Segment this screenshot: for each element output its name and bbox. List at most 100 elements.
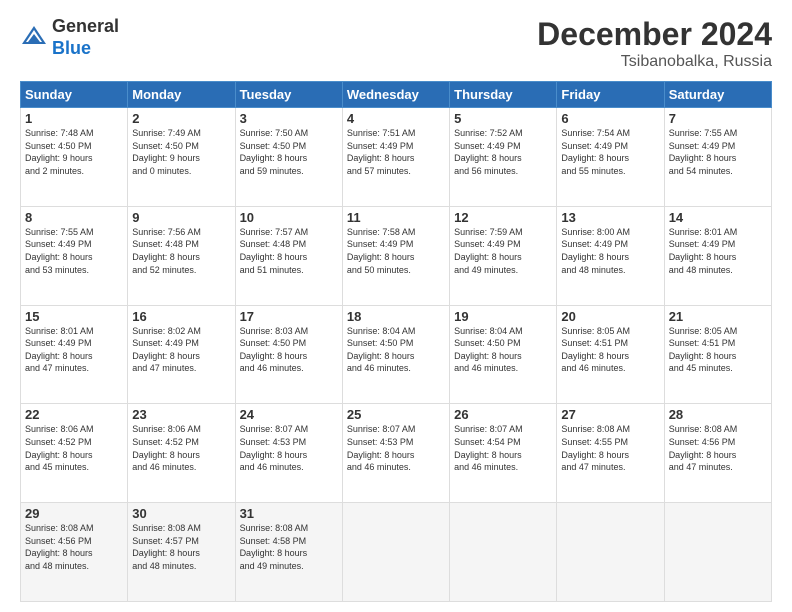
day-info: Sunrise: 7:59 AM Sunset: 4:49 PM Dayligh…	[454, 226, 552, 276]
table-row: 12Sunrise: 7:59 AM Sunset: 4:49 PM Dayli…	[450, 206, 557, 305]
col-friday: Friday	[557, 82, 664, 108]
day-number: 31	[240, 506, 338, 521]
day-info: Sunrise: 7:56 AM Sunset: 4:48 PM Dayligh…	[132, 226, 230, 276]
location-subtitle: Tsibanobalka, Russia	[537, 53, 772, 71]
day-info: Sunrise: 8:08 AM Sunset: 4:56 PM Dayligh…	[669, 423, 767, 473]
table-row	[664, 503, 771, 602]
header: General Blue December 2024 Tsibanobalka,…	[20, 16, 772, 71]
day-info: Sunrise: 8:06 AM Sunset: 4:52 PM Dayligh…	[25, 423, 123, 473]
day-number: 3	[240, 111, 338, 126]
table-row: 24Sunrise: 8:07 AM Sunset: 4:53 PM Dayli…	[235, 404, 342, 503]
table-row: 20Sunrise: 8:05 AM Sunset: 4:51 PM Dayli…	[557, 305, 664, 404]
col-saturday: Saturday	[664, 82, 771, 108]
day-info: Sunrise: 8:02 AM Sunset: 4:49 PM Dayligh…	[132, 325, 230, 375]
day-number: 11	[347, 210, 445, 225]
calendar-header-row: Sunday Monday Tuesday Wednesday Thursday…	[21, 82, 772, 108]
day-info: Sunrise: 7:51 AM Sunset: 4:49 PM Dayligh…	[347, 127, 445, 177]
day-number: 7	[669, 111, 767, 126]
col-monday: Monday	[128, 82, 235, 108]
table-row: 19Sunrise: 8:04 AM Sunset: 4:50 PM Dayli…	[450, 305, 557, 404]
day-info: Sunrise: 7:57 AM Sunset: 4:48 PM Dayligh…	[240, 226, 338, 276]
day-number: 8	[25, 210, 123, 225]
table-row: 29Sunrise: 8:08 AM Sunset: 4:56 PM Dayli…	[21, 503, 128, 602]
table-row: 27Sunrise: 8:08 AM Sunset: 4:55 PM Dayli…	[557, 404, 664, 503]
table-row: 9Sunrise: 7:56 AM Sunset: 4:48 PM Daylig…	[128, 206, 235, 305]
day-number: 17	[240, 309, 338, 324]
table-row: 8Sunrise: 7:55 AM Sunset: 4:49 PM Daylig…	[21, 206, 128, 305]
day-number: 28	[669, 407, 767, 422]
day-info: Sunrise: 8:05 AM Sunset: 4:51 PM Dayligh…	[561, 325, 659, 375]
day-info: Sunrise: 8:08 AM Sunset: 4:58 PM Dayligh…	[240, 522, 338, 572]
table-row: 30Sunrise: 8:08 AM Sunset: 4:57 PM Dayli…	[128, 503, 235, 602]
table-row: 5Sunrise: 7:52 AM Sunset: 4:49 PM Daylig…	[450, 108, 557, 207]
col-thursday: Thursday	[450, 82, 557, 108]
table-row: 28Sunrise: 8:08 AM Sunset: 4:56 PM Dayli…	[664, 404, 771, 503]
table-row: 4Sunrise: 7:51 AM Sunset: 4:49 PM Daylig…	[342, 108, 449, 207]
calendar-table: Sunday Monday Tuesday Wednesday Thursday…	[20, 81, 772, 602]
day-number: 10	[240, 210, 338, 225]
day-info: Sunrise: 8:04 AM Sunset: 4:50 PM Dayligh…	[454, 325, 552, 375]
day-info: Sunrise: 7:58 AM Sunset: 4:49 PM Dayligh…	[347, 226, 445, 276]
title-block: December 2024 Tsibanobalka, Russia	[537, 16, 772, 71]
table-row: 31Sunrise: 8:08 AM Sunset: 4:58 PM Dayli…	[235, 503, 342, 602]
day-info: Sunrise: 8:01 AM Sunset: 4:49 PM Dayligh…	[669, 226, 767, 276]
calendar-week-row: 29Sunrise: 8:08 AM Sunset: 4:56 PM Dayli…	[21, 503, 772, 602]
day-number: 4	[347, 111, 445, 126]
day-number: 13	[561, 210, 659, 225]
table-row: 7Sunrise: 7:55 AM Sunset: 4:49 PM Daylig…	[664, 108, 771, 207]
day-number: 22	[25, 407, 123, 422]
table-row: 10Sunrise: 7:57 AM Sunset: 4:48 PM Dayli…	[235, 206, 342, 305]
day-info: Sunrise: 8:07 AM Sunset: 4:53 PM Dayligh…	[347, 423, 445, 473]
day-info: Sunrise: 7:48 AM Sunset: 4:50 PM Dayligh…	[25, 127, 123, 177]
table-row	[342, 503, 449, 602]
day-info: Sunrise: 8:08 AM Sunset: 4:55 PM Dayligh…	[561, 423, 659, 473]
table-row: 13Sunrise: 8:00 AM Sunset: 4:49 PM Dayli…	[557, 206, 664, 305]
table-row: 3Sunrise: 7:50 AM Sunset: 4:50 PM Daylig…	[235, 108, 342, 207]
table-row: 11Sunrise: 7:58 AM Sunset: 4:49 PM Dayli…	[342, 206, 449, 305]
calendar-week-row: 15Sunrise: 8:01 AM Sunset: 4:49 PM Dayli…	[21, 305, 772, 404]
table-row: 18Sunrise: 8:04 AM Sunset: 4:50 PM Dayli…	[342, 305, 449, 404]
day-number: 12	[454, 210, 552, 225]
calendar-week-row: 1Sunrise: 7:48 AM Sunset: 4:50 PM Daylig…	[21, 108, 772, 207]
day-number: 25	[347, 407, 445, 422]
day-info: Sunrise: 8:08 AM Sunset: 4:57 PM Dayligh…	[132, 522, 230, 572]
day-number: 29	[25, 506, 123, 521]
table-row: 22Sunrise: 8:06 AM Sunset: 4:52 PM Dayli…	[21, 404, 128, 503]
day-number: 30	[132, 506, 230, 521]
table-row: 16Sunrise: 8:02 AM Sunset: 4:49 PM Dayli…	[128, 305, 235, 404]
month-title: December 2024	[537, 16, 772, 53]
table-row: 6Sunrise: 7:54 AM Sunset: 4:49 PM Daylig…	[557, 108, 664, 207]
table-row	[450, 503, 557, 602]
day-number: 20	[561, 309, 659, 324]
day-number: 15	[25, 309, 123, 324]
day-number: 1	[25, 111, 123, 126]
col-sunday: Sunday	[21, 82, 128, 108]
day-info: Sunrise: 8:05 AM Sunset: 4:51 PM Dayligh…	[669, 325, 767, 375]
day-info: Sunrise: 7:50 AM Sunset: 4:50 PM Dayligh…	[240, 127, 338, 177]
day-number: 2	[132, 111, 230, 126]
day-info: Sunrise: 7:49 AM Sunset: 4:50 PM Dayligh…	[132, 127, 230, 177]
day-info: Sunrise: 8:07 AM Sunset: 4:54 PM Dayligh…	[454, 423, 552, 473]
table-row: 14Sunrise: 8:01 AM Sunset: 4:49 PM Dayli…	[664, 206, 771, 305]
table-row: 21Sunrise: 8:05 AM Sunset: 4:51 PM Dayli…	[664, 305, 771, 404]
day-number: 26	[454, 407, 552, 422]
day-info: Sunrise: 7:55 AM Sunset: 4:49 PM Dayligh…	[25, 226, 123, 276]
day-info: Sunrise: 7:54 AM Sunset: 4:49 PM Dayligh…	[561, 127, 659, 177]
day-number: 16	[132, 309, 230, 324]
day-number: 24	[240, 407, 338, 422]
logo-blue: Blue	[52, 38, 91, 58]
day-info: Sunrise: 8:03 AM Sunset: 4:50 PM Dayligh…	[240, 325, 338, 375]
day-info: Sunrise: 8:04 AM Sunset: 4:50 PM Dayligh…	[347, 325, 445, 375]
col-wednesday: Wednesday	[342, 82, 449, 108]
day-number: 19	[454, 309, 552, 324]
day-number: 5	[454, 111, 552, 126]
day-info: Sunrise: 8:00 AM Sunset: 4:49 PM Dayligh…	[561, 226, 659, 276]
table-row	[557, 503, 664, 602]
day-info: Sunrise: 8:07 AM Sunset: 4:53 PM Dayligh…	[240, 423, 338, 473]
table-row: 26Sunrise: 8:07 AM Sunset: 4:54 PM Dayli…	[450, 404, 557, 503]
logo-text: General Blue	[52, 16, 119, 59]
calendar-week-row: 22Sunrise: 8:06 AM Sunset: 4:52 PM Dayli…	[21, 404, 772, 503]
day-number: 21	[669, 309, 767, 324]
day-info: Sunrise: 7:55 AM Sunset: 4:49 PM Dayligh…	[669, 127, 767, 177]
day-number: 6	[561, 111, 659, 126]
